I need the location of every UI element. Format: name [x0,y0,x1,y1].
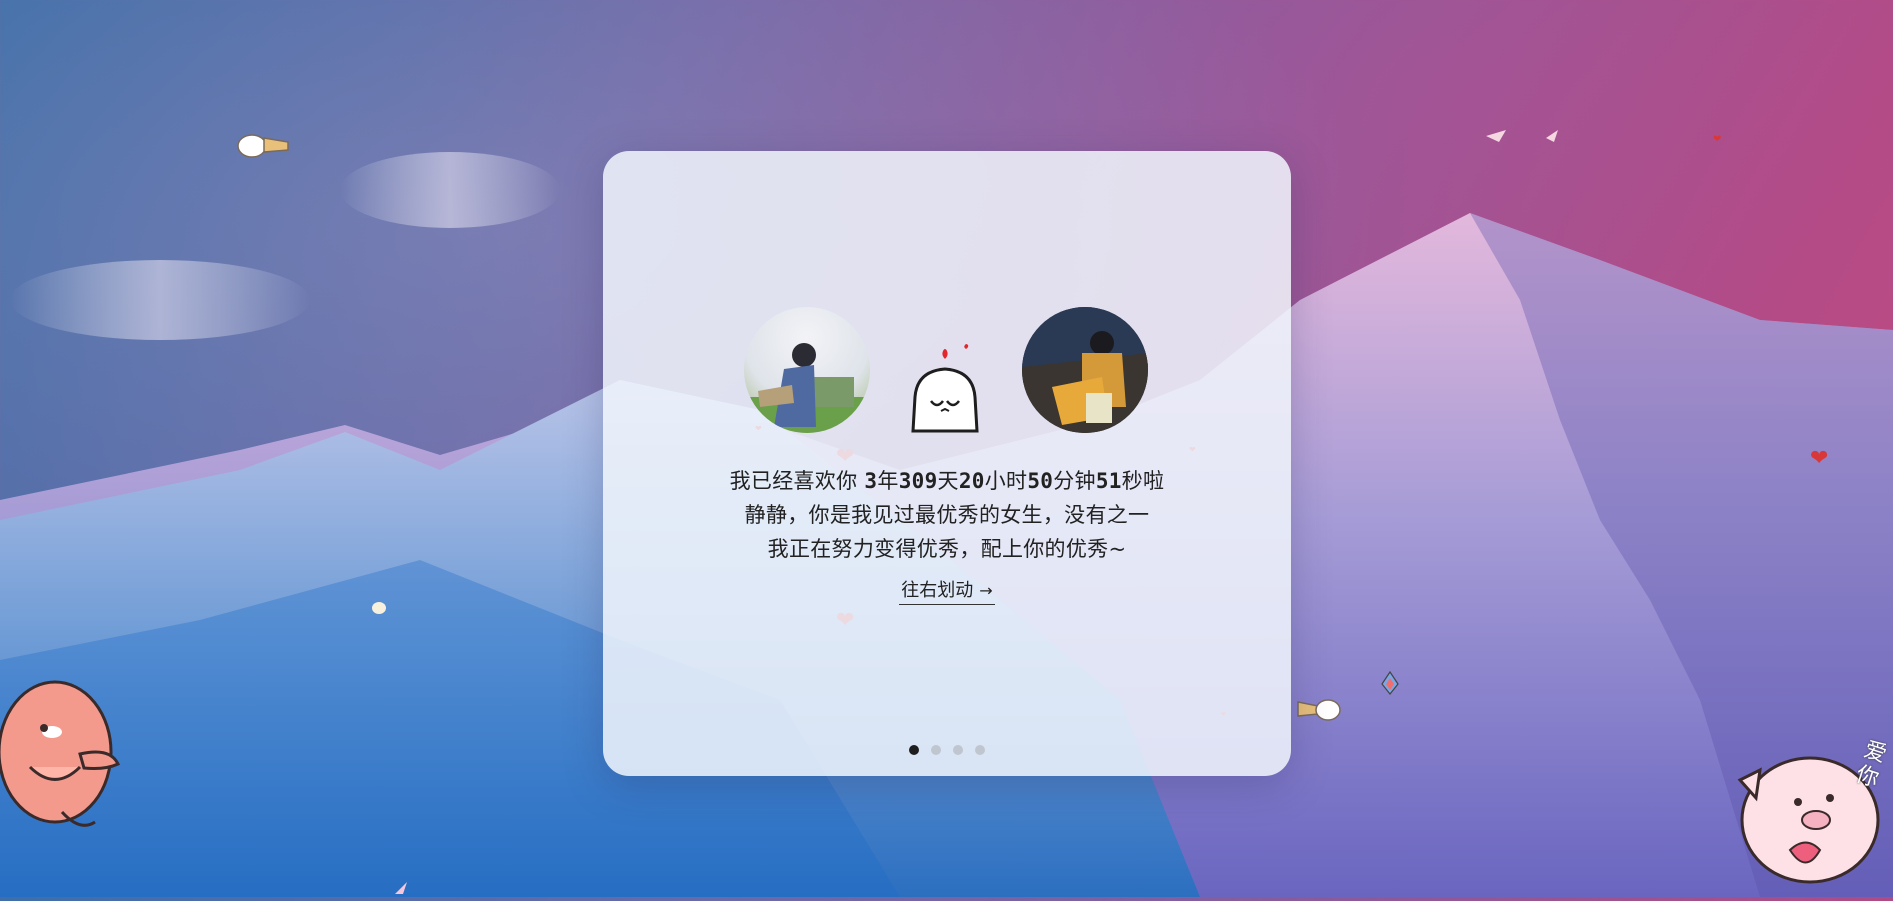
ice-cream-sticker [236,130,290,164]
duration-suffix: 啦 [1143,469,1165,493]
pagination-dot-2[interactable] [931,745,941,755]
avatar-row [603,307,1291,433]
hours-unit: 小时 [984,469,1028,493]
heart-icon: ❤ [1713,134,1722,145]
love-duration-line: 我已经喜欢你 3年309天20小时50分钟51秒啦 [603,464,1291,498]
duration-hours: 20 [958,469,985,493]
heart-icon: ❤ [1810,446,1829,471]
paper-plane-sticker-2 [1544,128,1560,148]
ice-cream-sticker-2 [1296,696,1342,728]
boy-avatar [744,307,870,433]
girl-avatar [1022,307,1148,433]
message-line-3: 我正在努力变得优秀，配上你的优秀~ [767,537,1127,561]
love-message: 我已经喜欢你 3年309天20小时50分钟51秒啦 静静，你是我见过最优秀的女生… [603,464,1291,566]
duration-minutes: 50 [1027,469,1054,493]
arrow-right-icon: → [979,581,993,600]
paper-plane-sticker [1485,128,1507,148]
pagination-dot-3[interactable] [953,745,963,755]
pagination-dot-4[interactable] [975,745,985,755]
pink-sticker [393,880,409,900]
love-prefix: 我已经喜欢你 [729,469,858,493]
swipe-hint: 往右划动 → [603,576,1291,605]
pagination-dot-1[interactable] [909,745,919,755]
candy-sticker [1378,670,1402,700]
pig-love-sticker: 爱你 [1720,737,1893,901]
duration-years: 3 [864,469,878,493]
octopus-sticker [0,672,122,862]
minutes-unit: 分钟 [1053,469,1096,493]
days-unit: 天 [937,469,959,493]
swipe-right-link[interactable]: 往右划动 → [899,576,995,605]
main-card[interactable]: 我已经喜欢你 3年309天20小时50分钟51秒啦 静静，你是我见过最优秀的女生… [603,151,1291,776]
years-unit: 年 [877,469,899,493]
duration-days: 309 [898,469,938,493]
shy-mascot-icon [905,337,985,433]
pagination-dots [603,740,1291,759]
seconds-unit: 秒 [1121,469,1144,493]
small-sticker [370,600,388,620]
duration-seconds: 51 [1095,469,1122,493]
message-line-2: 静静，你是我见过最优秀的女生，没有之一 [744,503,1150,527]
swipe-label: 往右划动 [901,580,974,601]
